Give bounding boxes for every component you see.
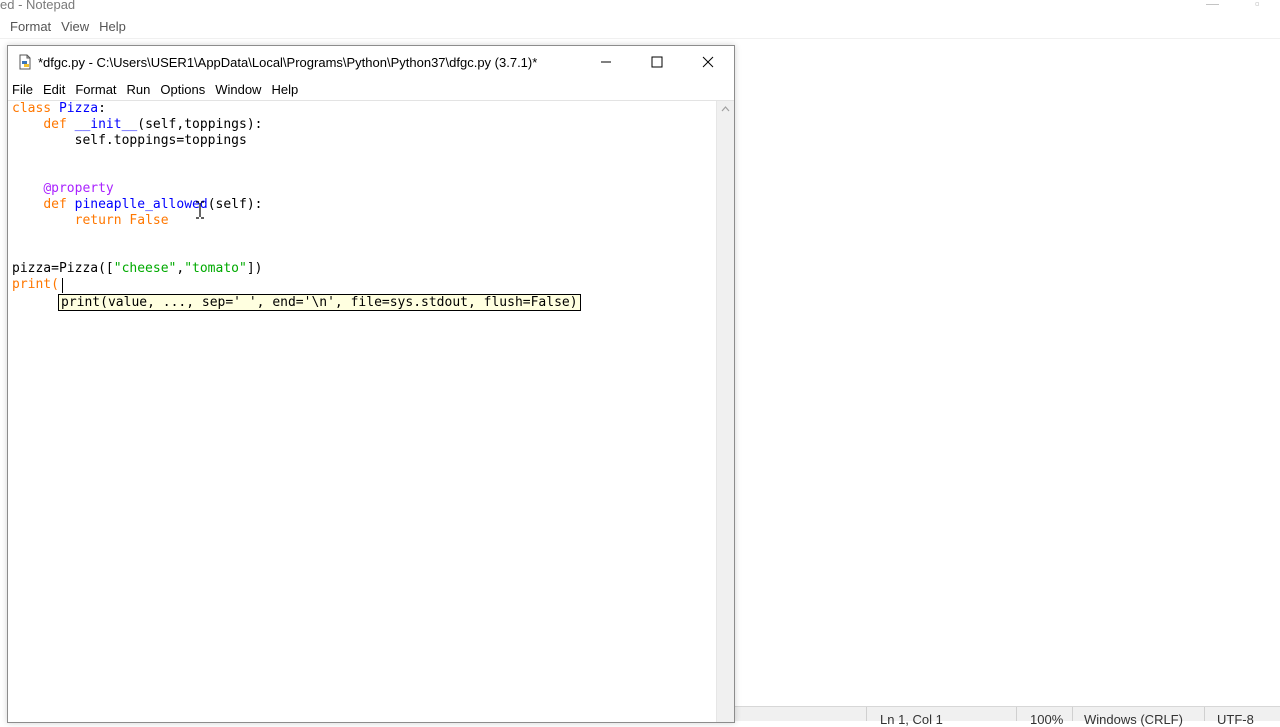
- notepad-restore-icon[interactable]: ▫: [1255, 0, 1260, 12]
- close-icon[interactable]: [685, 46, 731, 78]
- menu-edit[interactable]: Edit: [38, 82, 70, 97]
- calltip-tooltip: print(value, ..., sep=' ', end='\n', fil…: [58, 294, 581, 311]
- menu-run[interactable]: Run: [122, 82, 156, 97]
- menu-window[interactable]: Window: [210, 82, 266, 97]
- code-line-12: print(: [12, 277, 59, 292]
- idle-editor-window: *dfgc.py - C:\Users\USER1\AppData\Local\…: [7, 45, 735, 723]
- code-editor[interactable]: class Pizza: def __init__(self,toppings)…: [10, 101, 715, 722]
- code-line-7: def pineaplle_allowed(self):: [43, 197, 263, 212]
- python-file-icon: [17, 54, 33, 75]
- menu-help[interactable]: Help: [266, 82, 303, 97]
- ibeam-cursor-icon: [195, 201, 205, 224]
- menu-format[interactable]: Format: [70, 82, 121, 97]
- code-line-6: @property: [43, 181, 114, 196]
- scroll-up-arrow-icon[interactable]: [717, 103, 734, 115]
- notepad-title: ed - Notepad: [0, 0, 76, 12]
- notepad-menubar: Format View Help: [0, 14, 1280, 39]
- code-line-8: return False: [74, 213, 169, 228]
- idle-window-title: *dfgc.py - C:\Users\USER1\AppData\Local\…: [38, 55, 538, 70]
- code-line-2: def __init__(self,toppings):: [43, 117, 263, 132]
- notepad-menu-view[interactable]: View: [56, 19, 94, 34]
- text-caret: [62, 278, 63, 293]
- menu-file[interactable]: File: [8, 82, 38, 97]
- notepad-menu-format[interactable]: Format: [0, 19, 56, 34]
- code-line-3: self.toppings=toppings: [74, 133, 247, 148]
- code-line-1: class Pizza:: [12, 101, 106, 116]
- code-line-11: pizza=Pizza(["cheese","tomato"]): [12, 261, 263, 276]
- idle-titlebar[interactable]: *dfgc.py - C:\Users\USER1\AppData\Local\…: [8, 46, 734, 78]
- vertical-scrollbar[interactable]: [716, 101, 734, 722]
- maximize-icon[interactable]: [634, 46, 680, 78]
- minimize-icon[interactable]: [583, 46, 629, 78]
- notepad-statusbar: Ln 1, Col 1 100% Windows (CRLF) UTF-8: [734, 706, 1280, 727]
- notepad-menu-help[interactable]: Help: [94, 19, 131, 34]
- notepad-minimize-icon[interactable]: —: [1206, 0, 1219, 12]
- idle-menubar: File Edit Format Run Options Window Help: [8, 78, 734, 101]
- menu-options[interactable]: Options: [155, 82, 210, 97]
